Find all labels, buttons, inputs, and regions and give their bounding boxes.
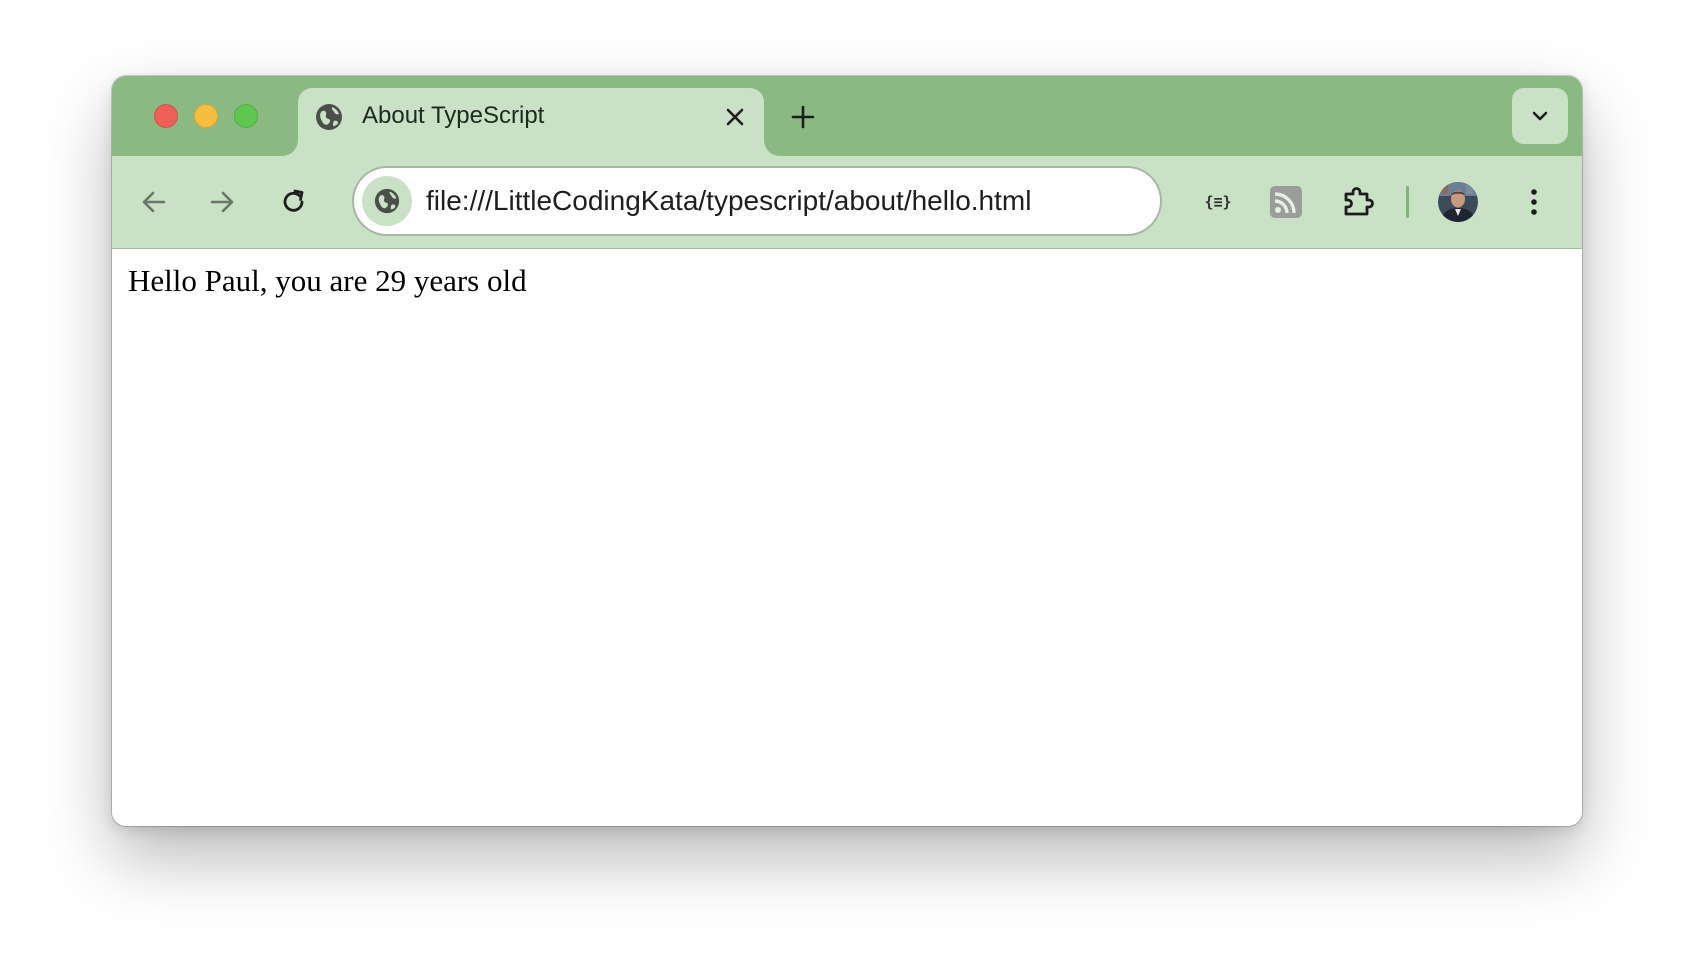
avatar xyxy=(1438,182,1478,222)
globe-icon xyxy=(314,102,344,132)
address-bar[interactable]: file:///LittleCodingKata/typescript/abou… xyxy=(354,168,1160,234)
rss-extension-button[interactable] xyxy=(1266,182,1306,222)
browser-window: About TypeScript file:///LittleCodingKat… xyxy=(112,76,1582,826)
desktop-background: About TypeScript file:///LittleCodingKat… xyxy=(0,0,1694,974)
tab-strip: About TypeScript xyxy=(112,76,1582,156)
back-button[interactable] xyxy=(134,182,174,222)
forward-button[interactable] xyxy=(202,182,242,222)
window-minimize-button[interactable] xyxy=(194,104,218,128)
globe-icon xyxy=(374,188,400,214)
close-icon xyxy=(726,108,744,126)
browser-toolbar: file:///LittleCodingKata/typescript/abou… xyxy=(112,156,1582,249)
kebab-menu-icon xyxy=(1531,189,1537,215)
url-text[interactable]: file:///LittleCodingKata/typescript/abou… xyxy=(426,185,1031,217)
arrow-right-icon xyxy=(210,191,234,213)
tab-close-button[interactable] xyxy=(720,102,750,132)
greeting-text: Hello Paul, you are 29 years old xyxy=(128,263,527,298)
tab-title: About TypeScript xyxy=(362,102,545,129)
plus-icon xyxy=(791,105,815,129)
profile-avatar-button[interactable] xyxy=(1438,182,1478,222)
json-formatter-icon: {≡} xyxy=(1204,193,1232,211)
tab-about-typescript[interactable]: About TypeScript xyxy=(298,88,764,156)
new-tab-button[interactable] xyxy=(786,100,820,134)
extensions-button[interactable] xyxy=(1338,182,1378,222)
json-formatter-extension-button[interactable]: {≡} xyxy=(1198,182,1238,222)
window-maximize-button[interactable] xyxy=(234,104,258,128)
puzzle-icon xyxy=(1344,187,1374,216)
reload-button[interactable] xyxy=(274,182,314,222)
chevron-down-icon xyxy=(1532,111,1548,121)
arrow-left-icon xyxy=(142,191,166,213)
rss-icon xyxy=(1270,186,1302,218)
toolbar-divider xyxy=(1406,186,1409,218)
page-content: Hello Paul, you are 29 years old xyxy=(112,249,1582,826)
tab-search-button[interactable] xyxy=(1512,88,1568,144)
browser-menu-button[interactable] xyxy=(1514,182,1554,222)
window-close-button[interactable] xyxy=(154,104,178,128)
reload-icon xyxy=(283,189,304,212)
site-info-button[interactable] xyxy=(362,176,412,226)
